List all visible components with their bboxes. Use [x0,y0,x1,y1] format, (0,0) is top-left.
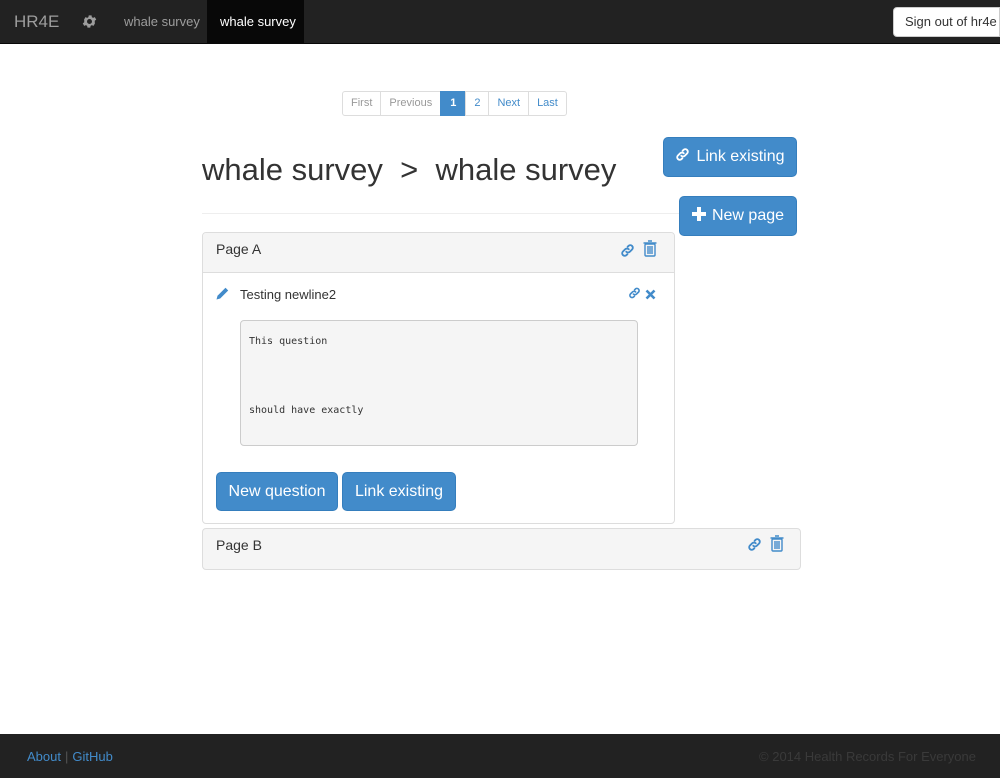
pencil-icon[interactable] [216,287,229,305]
footer-separator: | [64,749,69,764]
link-existing-question-button[interactable]: Link existing [342,472,456,511]
signout-button[interactable]: Sign out of hr4e [893,7,1000,37]
top-navbar: HR4E whale survey whale survey Sign out … [0,0,1000,44]
trash-icon[interactable] [770,535,784,557]
brand-link[interactable]: HR4E [14,12,59,32]
link-icon [675,147,696,167]
pagination-previous[interactable]: Previous [380,91,442,116]
page-panel-b: Page B [202,528,801,570]
page-title-a: Page A [216,241,262,257]
trash-icon[interactable] [643,240,657,262]
about-link[interactable]: About [27,749,61,764]
footer-links: About | GitHub [27,749,113,764]
pagination-first[interactable]: First [342,91,382,116]
panel-heading: Page A [203,233,674,273]
page-panel-a: Page A Testing newline2 This question sh… [202,232,675,524]
question-body: This question should have exactly 2 huge… [240,320,638,485]
title-divider [202,213,680,214]
footer: About | GitHub © 2014 Health Records For E… [0,734,1000,778]
close-icon[interactable] [645,287,656,305]
page-title: whale survey > whale survey [202,152,617,187]
pagination-page-1[interactable]: 1 [440,91,467,116]
page-title-b: Page B [216,537,262,553]
new-page-label: New page [711,207,785,224]
new-page-button[interactable]: New page [679,196,797,236]
link-icon[interactable] [747,536,762,558]
nav-link-survey-active[interactable]: whale survey [207,0,304,44]
pagination-next[interactable]: Next [488,91,530,116]
pagination-last[interactable]: Last [528,91,567,116]
new-question-button[interactable]: New question [216,472,338,511]
copyright: © 2014 Health Records For Everyone [759,749,976,764]
link-existing-page-button[interactable]: Link existing [663,137,797,177]
pagination: First Previous 1 2 Next Last [342,91,567,116]
nav-link-survey[interactable]: whale survey [110,0,214,44]
plus-icon [691,206,712,226]
github-link[interactable]: GitHub [72,749,112,764]
link-existing-label: Link existing [696,148,785,165]
link-icon[interactable] [628,286,641,305]
pagination-page-2[interactable]: 2 [465,91,490,116]
link-icon[interactable] [620,242,635,264]
gear-icon[interactable] [81,13,98,30]
question-label: Testing newline2 [240,287,337,302]
